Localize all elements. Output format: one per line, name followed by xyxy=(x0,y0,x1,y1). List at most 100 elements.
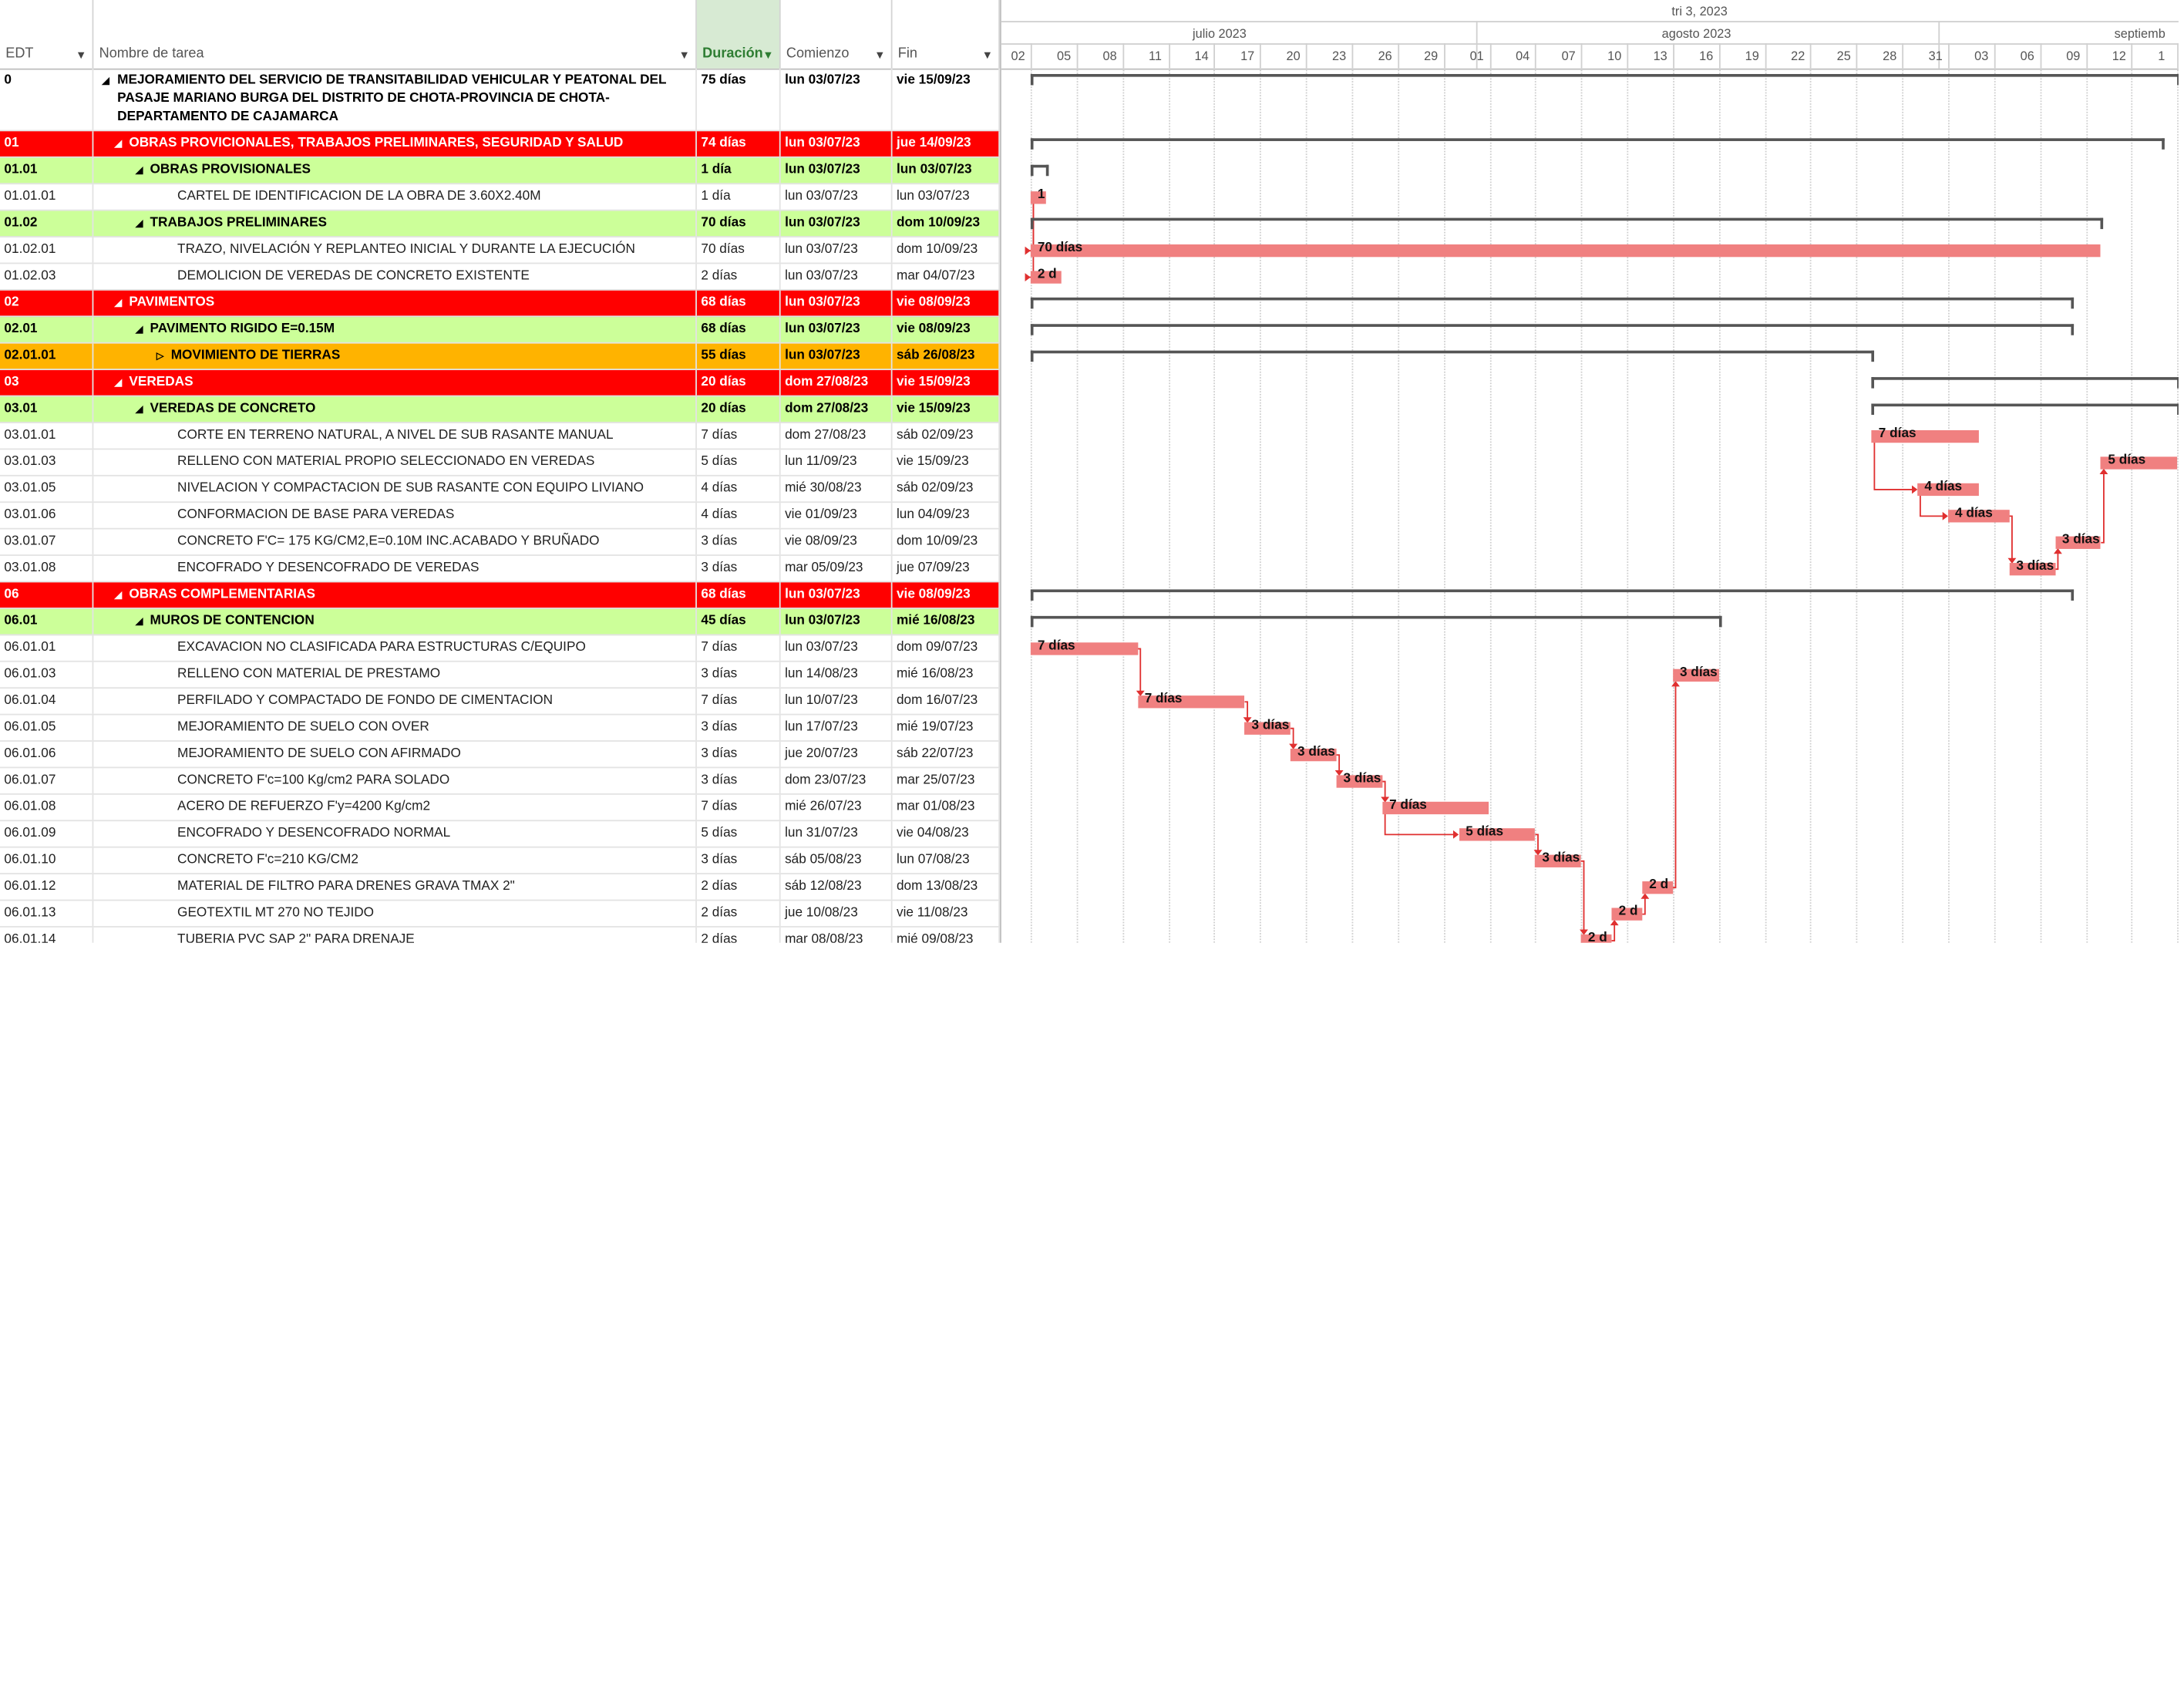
end-cell[interactable]: vie 08/09/23 xyxy=(893,582,1001,608)
duration-cell[interactable]: 20 días xyxy=(697,396,781,423)
table-row[interactable]: 06.01.01 EXCAVACION NO CLASIFICADA PARA E… xyxy=(0,635,1001,662)
edt-cell[interactable]: 06 xyxy=(0,582,94,608)
task-name-cell[interactable]: ◢ MUROS DE CONTENCION xyxy=(93,608,697,635)
summary-bar[interactable] xyxy=(1030,74,2179,86)
end-cell[interactable]: lun 04/09/23 xyxy=(893,503,1001,528)
duration-cell[interactable]: 20 días xyxy=(697,370,781,396)
table-row[interactable]: 06.01.10 CONCRETO F'c=210 KG/CM2 3 días sáb… xyxy=(0,847,1001,874)
column-header-start[interactable]: Comienzo ▼ xyxy=(781,0,893,69)
end-cell[interactable]: dom 09/07/23 xyxy=(893,635,1001,661)
task-name-cell[interactable]: CONCRETO F'c=100 Kg/cm2 PARA SOLADO xyxy=(93,768,697,793)
start-cell[interactable]: lun 31/07/23 xyxy=(781,821,893,847)
edt-cell[interactable]: 03.01.07 xyxy=(0,529,94,555)
edt-cell[interactable]: 01.01 xyxy=(0,157,94,184)
summary-bar[interactable] xyxy=(1030,164,1049,177)
end-cell[interactable]: vie 08/09/23 xyxy=(893,290,1001,316)
start-cell[interactable]: sáb 05/08/23 xyxy=(781,847,893,874)
edt-cell[interactable]: 03.01 xyxy=(0,396,94,423)
task-name-cell[interactable]: MEJORAMIENTO DE SUELO CON AFIRMADO xyxy=(93,741,697,767)
end-cell[interactable]: vie 15/09/23 xyxy=(893,370,1001,396)
end-cell[interactable]: mié 19/07/23 xyxy=(893,715,1001,741)
duration-cell[interactable]: 68 días xyxy=(697,290,781,316)
edt-cell[interactable]: 01.02 xyxy=(0,210,94,237)
duration-cell[interactable]: 70 días xyxy=(697,237,781,263)
end-cell[interactable]: dom 10/09/23 xyxy=(893,529,1001,555)
table-row[interactable]: 06 ◢ OBRAS COMPLEMENTARIAS 68 días lun 03/07… xyxy=(0,582,1001,609)
collapse-icon[interactable]: ◢ xyxy=(102,72,109,91)
table-row[interactable]: 01.02 ◢ TRABAJOS PRELIMINARES 70 días lun 03… xyxy=(0,210,1001,237)
edt-cell[interactable]: 06.01.10 xyxy=(0,847,94,874)
edt-cell[interactable]: 06.01.05 xyxy=(0,715,94,741)
duration-cell[interactable]: 3 días xyxy=(697,529,781,555)
start-cell[interactable]: vie 08/09/23 xyxy=(781,529,893,555)
table-row[interactable]: 06.01.13 GEOTEXTIL MT 270 NO TEJIDO 2 días… xyxy=(0,901,1001,928)
start-cell[interactable]: lun 14/08/23 xyxy=(781,662,893,688)
edt-cell[interactable]: 01 xyxy=(0,131,94,157)
duration-cell[interactable]: 68 días xyxy=(697,582,781,608)
duration-cell[interactable]: 2 días xyxy=(697,901,781,927)
end-cell[interactable]: vie 11/08/23 xyxy=(893,901,1001,927)
table-row[interactable]: 03.01.05 NIVELACION Y COMPACTACION DE SUB… xyxy=(0,476,1001,503)
edt-cell[interactable]: 06.01.08 xyxy=(0,794,94,820)
summary-bar[interactable] xyxy=(1030,324,2074,335)
start-cell[interactable]: lun 03/07/23 xyxy=(781,131,893,157)
table-row[interactable]: 01.02.01 TRAZO, NIVELACIÓN Y REPLANTEO IN… xyxy=(0,237,1001,264)
table-row[interactable]: 03 ◢ VEREDAS 20 días dom 27/08/23 vie 15/09/2… xyxy=(0,370,1001,397)
end-cell[interactable]: vie 15/09/23 xyxy=(893,450,1001,475)
duration-cell[interactable]: 3 días xyxy=(697,847,781,874)
edt-cell[interactable]: 06.01 xyxy=(0,608,94,635)
edt-cell[interactable]: 06.01.12 xyxy=(0,874,94,900)
task-name-cell[interactable]: MATERIAL DE FILTRO PARA DRENES GRAVA TMA… xyxy=(93,874,697,900)
task-name-cell[interactable]: ENCOFRADO Y DESENCOFRADO NORMAL xyxy=(93,821,697,847)
duration-cell[interactable]: 5 días xyxy=(697,821,781,847)
collapse-icon[interactable]: ◢ xyxy=(136,324,143,335)
edt-cell[interactable]: 01.02.01 xyxy=(0,237,94,263)
duration-cell[interactable]: 3 días xyxy=(697,741,781,767)
summary-bar[interactable] xyxy=(1030,350,1875,362)
duration-cell[interactable]: 7 días xyxy=(697,635,781,661)
start-cell[interactable]: lun 03/07/23 xyxy=(781,317,893,342)
edt-cell[interactable]: 02 xyxy=(0,290,94,316)
start-cell[interactable]: lun 11/09/23 xyxy=(781,450,893,475)
start-cell[interactable]: lun 03/07/23 xyxy=(781,635,893,661)
end-cell[interactable]: dom 10/09/23 xyxy=(893,210,1001,237)
table-row[interactable]: 03.01.01 CORTE EN TERRENO NATURAL, A NIVE… xyxy=(0,423,1001,450)
end-cell[interactable]: mar 01/08/23 xyxy=(893,794,1001,820)
duration-cell[interactable]: 2 días xyxy=(697,264,781,289)
duration-cell[interactable]: 55 días xyxy=(697,343,781,369)
end-cell[interactable]: dom 16/07/23 xyxy=(893,689,1001,714)
table-row[interactable]: 06.01.09 ENCOFRADO Y DESENCOFRADO NORMAL 5… xyxy=(0,821,1001,848)
start-cell[interactable]: dom 23/07/23 xyxy=(781,768,893,793)
start-cell[interactable]: lun 03/07/23 xyxy=(781,184,893,210)
duration-cell[interactable]: 3 días xyxy=(697,715,781,741)
duration-cell[interactable]: 3 días xyxy=(697,555,781,581)
column-header-edt[interactable]: EDT ▼ xyxy=(0,0,94,69)
duration-cell[interactable]: 2 días xyxy=(697,874,781,900)
duration-cell[interactable]: 68 días xyxy=(697,317,781,342)
task-bar[interactable] xyxy=(1030,244,2102,258)
start-cell[interactable]: lun 03/07/23 xyxy=(781,157,893,184)
collapse-icon[interactable]: ◢ xyxy=(136,616,143,628)
summary-bar[interactable] xyxy=(1030,615,1722,628)
end-cell[interactable]: mar 25/07/23 xyxy=(893,768,1001,793)
start-cell[interactable]: mié 30/08/23 xyxy=(781,476,893,502)
table-row[interactable]: 03.01.07 CONCRETO F'C= 175 KG/CM2,E=0.10M… xyxy=(0,529,1001,556)
filter-dropdown-icon[interactable]: ▼ xyxy=(679,49,690,61)
task-name-cell[interactable]: MEJORAMIENTO DE SUELO CON OVER xyxy=(93,715,697,741)
end-cell[interactable]: sáb 26/08/23 xyxy=(893,343,1001,369)
task-name-cell[interactable]: ◢ OBRAS PROVICIONALES, TRABAJOS PRELIMINA… xyxy=(93,131,697,157)
start-cell[interactable]: jue 20/07/23 xyxy=(781,741,893,767)
end-cell[interactable]: jue 14/09/23 xyxy=(893,131,1001,157)
table-row[interactable]: 03.01 ◢ VEREDAS DE CONCRETO 20 días dom 27/0… xyxy=(0,396,1001,423)
edt-cell[interactable]: 03.01.06 xyxy=(0,503,94,528)
edt-cell[interactable]: 03.01.08 xyxy=(0,555,94,581)
collapse-icon[interactable]: ◢ xyxy=(136,165,143,177)
task-name-cell[interactable]: CONCRETO F'c=210 KG/CM2 xyxy=(93,847,697,874)
task-name-cell[interactable]: ◢ VEREDAS xyxy=(93,370,697,396)
sort-dropdown-icon[interactable]: ▼ xyxy=(762,49,773,61)
end-cell[interactable]: sáb 02/09/23 xyxy=(893,476,1001,502)
table-row[interactable]: 02.01 ◢ PAVIMENTO RIGIDO E=0.15M 68 días lun… xyxy=(0,317,1001,344)
edt-cell[interactable]: 06.01.04 xyxy=(0,689,94,714)
edt-cell[interactable]: 06.01.09 xyxy=(0,821,94,847)
task-name-cell[interactable]: ▷ MOVIMIENTO DE TIERRAS xyxy=(93,343,697,369)
